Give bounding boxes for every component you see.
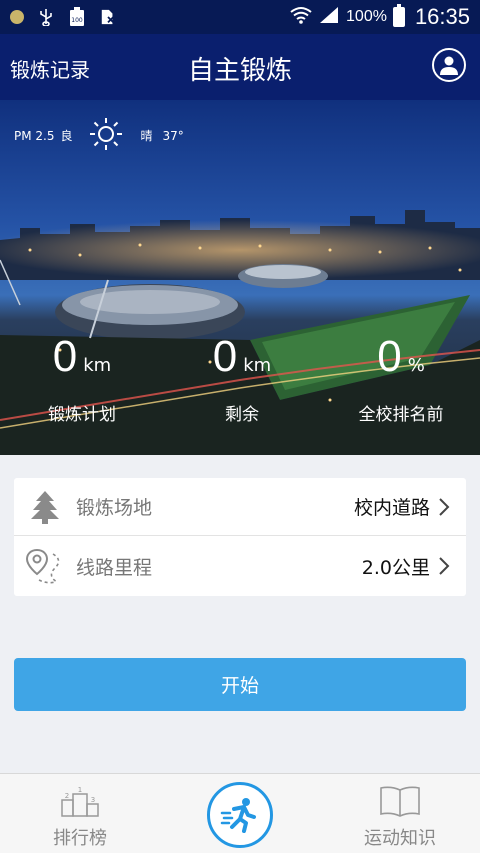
svg-text:1: 1 [78, 786, 82, 794]
stat-remaining-value: 0 [212, 332, 238, 381]
stat-remaining: 0 km 剩余 [182, 332, 302, 425]
route-pin-icon [14, 546, 76, 586]
sim-icon [100, 8, 116, 26]
battery-icon [392, 4, 405, 27]
tab-leaderboard[interactable]: 1 2 3 排行榜 [0, 774, 160, 853]
aqi-label: PM 2.5 [14, 128, 55, 143]
bottom-nav: 1 2 3 排行榜 运动知识 [0, 773, 480, 853]
settings-card: 锻炼场地 校内道路 线路里程 2.0公里 [14, 478, 466, 596]
venue-row[interactable]: 锻炼场地 校内道路 [14, 478, 466, 536]
tree-icon [14, 490, 76, 524]
svg-text:100: 100 [71, 17, 83, 24]
signal-icon [318, 6, 340, 29]
usb-icon [38, 8, 54, 26]
svg-text:3: 3 [91, 796, 95, 804]
stat-remaining-unit: km [243, 355, 272, 376]
distance-row[interactable]: 线路里程 2.0公里 [14, 537, 466, 595]
chevron-right-icon [438, 497, 466, 517]
stat-plan-label: 锻炼计划 [48, 405, 116, 425]
user-icon [440, 56, 458, 75]
venue-label: 锻炼场地 [76, 497, 153, 519]
tab-leaderboard-label: 排行榜 [53, 828, 107, 849]
stat-rank-unit: % [407, 355, 425, 376]
sun-icon [89, 117, 123, 154]
stat-plan-unit: km [83, 355, 112, 376]
stat-remaining-label: 剩余 [225, 405, 259, 425]
clock: 16:35 [414, 4, 470, 29]
chevron-right-icon [438, 556, 466, 576]
stat-plan-value: 0 [52, 332, 78, 381]
stat-rank-label: 全校排名前 [358, 405, 444, 425]
stat-rank-value: 0 [377, 332, 402, 381]
app-header: 锻炼记录 自主锻炼 [0, 34, 480, 100]
battery-percent: 100% [346, 8, 387, 25]
temperature: 37° [162, 128, 184, 143]
exercise-center-button[interactable] [207, 782, 273, 848]
battery-saver-icon: 100 [68, 7, 86, 26]
status-bar: 100 100% 16:35 [0, 0, 480, 34]
distance-label: 线路里程 [76, 556, 153, 579]
podium-icon: 1 2 3 [61, 786, 99, 817]
distance-value: 2.0公里 [361, 556, 430, 579]
page-title: 自主锻炼 [187, 56, 292, 86]
tab-sports-knowledge-label: 运动知识 [364, 828, 436, 849]
svg-text:2: 2 [65, 792, 69, 800]
runner-icon [220, 798, 256, 833]
hero-banner: PM 2.5 良 晴 37° 0 km 锻炼计划 0 km 剩余 0% 全校排名前 [0, 100, 480, 455]
weather-bar: PM 2.5 良 晴 37° [14, 117, 184, 154]
user-profile-button[interactable] [432, 48, 466, 82]
notification-dot-icon [10, 10, 24, 24]
start-button[interactable]: 开始 [14, 658, 466, 711]
stat-rank: 0% 全校排名前 [340, 332, 462, 425]
stat-plan: 0 km 锻炼计划 [22, 332, 142, 425]
tab-sports-knowledge[interactable]: 运动知识 [320, 774, 480, 853]
book-icon [380, 786, 420, 817]
aqi-level: 良 [60, 129, 73, 143]
venue-value: 校内道路 [353, 497, 430, 519]
weather-condition: 晴 [140, 129, 153, 143]
wifi-icon [290, 6, 312, 29]
